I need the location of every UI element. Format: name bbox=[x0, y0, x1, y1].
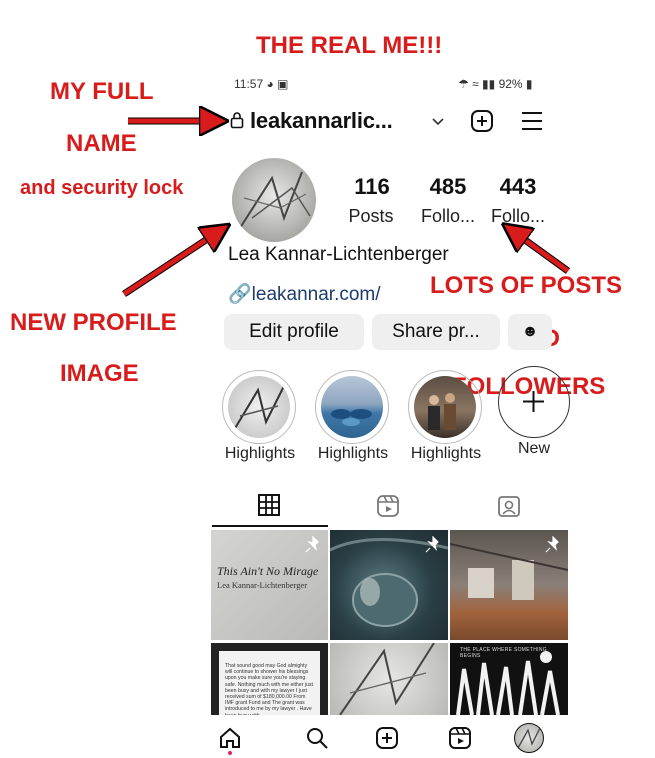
nav-reels[interactable] bbox=[448, 726, 472, 755]
post-6[interactable]: THE PLACE WHERE SOMETHING BEGINS bbox=[450, 643, 568, 715]
annotation-name-2: NAME bbox=[66, 130, 137, 157]
tagged-icon bbox=[498, 496, 520, 517]
profile-full-name: Lea Kannar-Lichtenberger bbox=[228, 244, 449, 265]
search-icon bbox=[307, 728, 328, 749]
edit-profile-button[interactable]: Edit profile bbox=[224, 314, 364, 350]
annotation-new-profile-2: IMAGE bbox=[60, 360, 139, 387]
nav-profile[interactable] bbox=[514, 723, 544, 753]
status-right: ☂ ≈ ▮▮ 92% ▮ bbox=[458, 77, 533, 91]
arrow-profile-image bbox=[122, 232, 218, 297]
stat-posts-label: Posts bbox=[348, 206, 394, 226]
pin-icon bbox=[305, 536, 319, 553]
share-profile-button[interactable]: Share pr... bbox=[372, 314, 500, 350]
post-4-text: That sound good may God almighty will co… bbox=[225, 663, 313, 715]
stat-following-value[interactable]: 443 bbox=[488, 174, 548, 200]
status-time: 11:57 ◕ ▣ bbox=[234, 77, 289, 91]
plus-icon bbox=[523, 391, 544, 412]
add-person-icon: ☻ bbox=[521, 323, 539, 340]
reels-icon bbox=[377, 495, 399, 517]
pin-icon bbox=[545, 536, 559, 553]
lock-icon bbox=[230, 111, 244, 134]
profile-link[interactable]: 🔗leakannar.com/ bbox=[228, 282, 381, 306]
arrow-followers bbox=[514, 232, 571, 274]
profile-username[interactable]: leakannarlic... bbox=[250, 108, 393, 134]
post-2[interactable] bbox=[330, 530, 448, 640]
stat-following-label[interactable]: Follo... bbox=[484, 206, 552, 227]
post-1-subtitle: Lea Kannar-Lichtenberger bbox=[217, 580, 308, 590]
highlight-3[interactable] bbox=[408, 370, 482, 444]
highlight-2-image bbox=[321, 376, 383, 438]
highlight-3-image bbox=[414, 376, 476, 438]
annotation-name-1: MY FULL bbox=[50, 78, 154, 105]
hamburger-icon[interactable] bbox=[520, 110, 544, 137]
post-5-image bbox=[339, 643, 435, 715]
tab-tagged[interactable] bbox=[497, 494, 521, 523]
link-icon: 🔗 bbox=[228, 284, 252, 305]
pin-icon bbox=[425, 536, 439, 553]
annotation-lots-1: LOTS OF POSTS bbox=[430, 272, 623, 299]
highlight-1[interactable] bbox=[222, 370, 296, 444]
tab-grid-underline bbox=[212, 525, 328, 527]
status-icons-right: ☂ ≈ ▮▮ bbox=[458, 77, 499, 91]
post-3[interactable] bbox=[450, 530, 568, 640]
profile-image-branches bbox=[239, 171, 311, 229]
nav-create[interactable] bbox=[375, 726, 399, 755]
annotation-lock: and security lock bbox=[20, 177, 184, 199]
new-highlight-button[interactable] bbox=[498, 366, 570, 438]
grid-icon bbox=[258, 494, 280, 516]
post-4-message: That sound good may God almighty will co… bbox=[219, 651, 320, 715]
chevron-down-icon[interactable] bbox=[432, 114, 444, 132]
stat-followers-value[interactable]: 485 bbox=[418, 174, 478, 200]
nav-home-dot bbox=[228, 751, 232, 755]
post-6-title: THE PLACE WHERE SOMETHING BEGINS bbox=[460, 647, 547, 659]
profile-avatar-icon bbox=[517, 727, 541, 749]
battery-icon: ▮ bbox=[522, 77, 533, 91]
reels-icon bbox=[449, 727, 471, 749]
post-5[interactable] bbox=[330, 643, 448, 715]
annotation-new-profile-1: NEW PROFILE bbox=[10, 309, 177, 336]
post-1-title: This Ain't No Mirage bbox=[217, 564, 319, 578]
stat-posts-value: 116 bbox=[354, 174, 390, 199]
nav-search[interactable] bbox=[305, 726, 329, 755]
highlight-1-image bbox=[228, 376, 290, 438]
home-icon bbox=[220, 727, 240, 748]
post-1[interactable]: This Ain't No Mirage Lea Kannar-Lichtenb… bbox=[211, 530, 328, 640]
annotation-top: THE REAL ME!!! bbox=[256, 32, 443, 59]
tab-reels[interactable] bbox=[376, 494, 400, 523]
post-4[interactable]: That sound good may God almighty will co… bbox=[211, 643, 328, 715]
nav-home[interactable] bbox=[219, 727, 241, 754]
highlight-2[interactable] bbox=[315, 370, 389, 444]
tab-grid[interactable] bbox=[258, 494, 280, 521]
status-icons-left: ◕ ▣ bbox=[266, 77, 289, 91]
highlight-1-label: Highlights bbox=[224, 445, 296, 462]
highlight-2-label: Highlights bbox=[317, 445, 389, 462]
new-highlight-label: New bbox=[517, 440, 550, 457]
plus-square-icon[interactable] bbox=[470, 109, 494, 138]
highlight-3-label: Highlights bbox=[410, 445, 482, 462]
stat-followers-label[interactable]: Follo... bbox=[414, 206, 482, 227]
create-icon bbox=[376, 727, 398, 749]
profile-avatar[interactable] bbox=[232, 158, 316, 242]
add-person-button[interactable]: ☻ bbox=[508, 314, 552, 350]
